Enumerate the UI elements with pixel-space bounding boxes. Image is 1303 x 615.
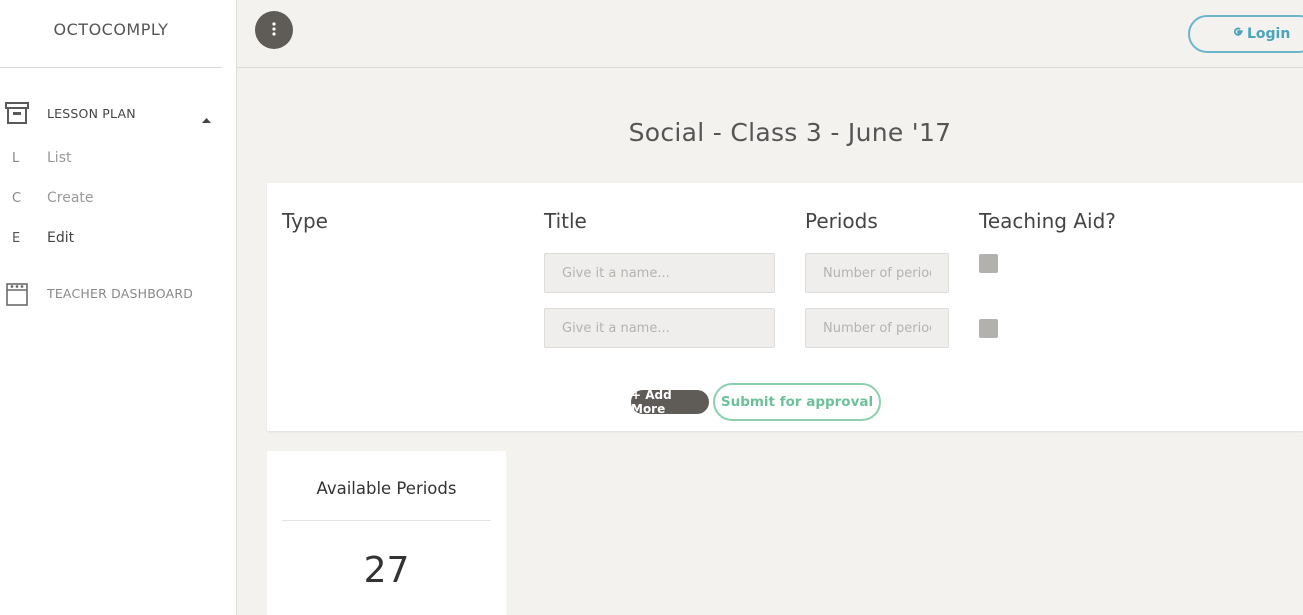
- login-label: Login: [1247, 26, 1291, 42]
- sidebar: OCTOCOMPLY LESSON PLAN L List C Create E…: [0, 0, 237, 615]
- archive-icon: [5, 101, 29, 125]
- sidebar-item-teacher-dashboard[interactable]: TEACHER DASHBOARD: [0, 275, 237, 311]
- periods-input[interactable]: [805, 308, 949, 348]
- divider: [282, 520, 491, 521]
- sidebar-group-label: LESSON PLAN: [47, 105, 136, 121]
- google-login-button[interactable]: Login: [1188, 15, 1303, 53]
- page-title: Social - Class 3 - June '17: [628, 118, 952, 147]
- available-periods-value: 27: [363, 550, 410, 591]
- sidebar-item-label: Create: [47, 190, 94, 206]
- sidebar-item-edit[interactable]: E Edit: [0, 223, 237, 253]
- title-input[interactable]: [544, 308, 775, 348]
- sidebar-item-letter: E: [12, 230, 21, 246]
- sidebar-item-list[interactable]: L List: [0, 143, 237, 173]
- sidebar-item-letter: C: [12, 190, 22, 206]
- add-more-button[interactable]: + Add More: [631, 388, 709, 416]
- column-header-teaching-aid: Teaching Aid?: [979, 209, 1116, 233]
- sidebar-item-label: List: [47, 150, 72, 166]
- lesson-plan-form: Type Title Periods Teaching Aid? + Add M…: [267, 183, 1303, 431]
- more-vertical-icon: [272, 21, 276, 40]
- sidebar-group-lesson-plan[interactable]: LESSON PLAN: [0, 95, 237, 131]
- available-periods-title: Available Periods: [316, 479, 457, 498]
- brand-logo[interactable]: OCTOCOMPLY: [0, 0, 222, 68]
- teaching-aid-checkbox[interactable]: [979, 254, 998, 273]
- column-header-type: Type: [282, 209, 328, 233]
- calendar-board-icon: [5, 281, 29, 306]
- sidebar-item-letter: L: [12, 150, 20, 166]
- top-bar: Login: [237, 0, 1303, 68]
- sidebar-item-create[interactable]: C Create: [0, 183, 237, 213]
- title-input[interactable]: [544, 253, 775, 293]
- column-header-title: Title: [544, 209, 587, 233]
- column-header-periods: Periods: [805, 209, 878, 233]
- submit-for-approval-button[interactable]: Submit for approval: [713, 383, 881, 421]
- google-icon: [1232, 26, 1244, 42]
- sidebar-item-label: TEACHER DASHBOARD: [47, 285, 194, 301]
- sidebar-item-label: Edit: [47, 230, 75, 246]
- periods-input[interactable]: [805, 253, 949, 293]
- teaching-aid-checkbox[interactable]: [979, 319, 998, 338]
- available-periods-card: Available Periods 27: [267, 451, 506, 615]
- caret-up-icon[interactable]: [202, 109, 211, 128]
- more-menu-button[interactable]: [255, 11, 293, 49]
